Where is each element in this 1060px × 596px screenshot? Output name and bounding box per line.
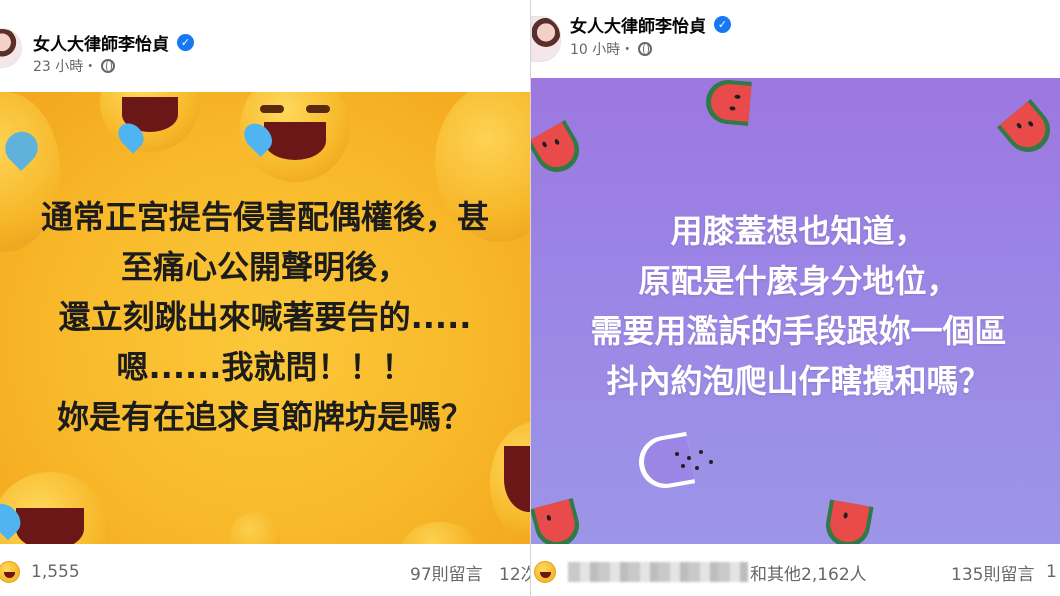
- comment-count[interactable]: 97則留言: [410, 560, 483, 585]
- author-row: 女人大律師李怡貞 ✓: [570, 12, 731, 37]
- seeds-decoration: [671, 450, 721, 476]
- post-header: 女人大律師李怡貞 ✓ 23 小時・: [0, 12, 530, 82]
- author-avatar[interactable]: [531, 16, 561, 62]
- globe-icon: [638, 42, 653, 56]
- comment-count[interactable]: 135則留言: [951, 560, 1034, 585]
- laughing-emoji-icon: [400, 522, 480, 544]
- post-footer: 1,555 97則留言 12次: [0, 552, 530, 592]
- laughing-emoji-icon: [0, 472, 110, 544]
- caption-line: 嗯......我就問！！！: [116, 348, 414, 386]
- post-meta: 10 小時・: [570, 39, 653, 59]
- left-post: 女人大律師李怡貞 ✓ 23 小時・ 通常正宮提告侵害配偶權後，甚 至痛心公開聲明…: [0, 0, 530, 596]
- laughing-emoji-icon: [238, 92, 350, 182]
- blurred-reactor-names: [568, 562, 748, 582]
- share-count[interactable]: 1: [1046, 562, 1057, 582]
- verified-badge-icon: ✓: [714, 16, 731, 33]
- caption-line: 通常正宮提告侵害配偶權後，甚: [40, 198, 489, 236]
- caption-line: 妳是有在追求貞節牌坊是嗎？: [56, 398, 473, 436]
- post-image-caption: 用膝蓋想也知道， 原配是什麼身分地位， 需要用濫訴的手段跟妳一個區 抖內約泡爬山…: [537, 206, 1060, 406]
- haha-reaction-icon[interactable]: [0, 561, 20, 583]
- post-header: 女人大律師李怡貞 ✓ 10 小時・: [531, 12, 1060, 82]
- reactors-summary[interactable]: 和其他2,162人: [750, 560, 867, 585]
- haha-reaction-icon[interactable]: [534, 561, 556, 583]
- verified-badge-icon: ✓: [177, 34, 194, 51]
- watermelon-icon: [704, 78, 752, 126]
- watermelon-icon: [997, 99, 1059, 161]
- author-name[interactable]: 女人大律師李怡貞: [570, 12, 706, 37]
- laughing-emoji-icon: [100, 92, 200, 154]
- globe-icon: [101, 59, 116, 73]
- caption-line: 還立刻跳出來喊著要告的.....: [58, 298, 472, 336]
- author-avatar[interactable]: [0, 28, 22, 68]
- watermelon-icon: [531, 498, 584, 544]
- caption-line: 至痛心公開聲明後，: [120, 248, 409, 286]
- post-timestamp[interactable]: 23 小時・: [33, 56, 97, 76]
- watermelon-icon: [531, 119, 588, 181]
- post-timestamp[interactable]: 10 小時・: [570, 39, 634, 59]
- watermelon-icon: [822, 499, 874, 544]
- author-name[interactable]: 女人大律師李怡貞: [33, 30, 169, 55]
- laughing-emoji-icon: [230, 512, 280, 544]
- post-footer: 和其他2,162人 135則留言 1: [531, 552, 1060, 592]
- reaction-count[interactable]: 1,555: [31, 562, 80, 582]
- post-meta: 23 小時・: [33, 56, 116, 76]
- author-row: 女人大律師李怡貞 ✓: [33, 30, 194, 55]
- post-image-caption: 通常正宮提告侵害配偶權後，甚 至痛心公開聲明後， 還立刻跳出來喊著要告的....…: [0, 192, 530, 442]
- caption-line: 抖內約泡爬山仔瞎攪和嗎？: [606, 362, 991, 400]
- caption-line: 原配是什麼身分地位，: [638, 262, 959, 300]
- caption-line: 用膝蓋想也知道，: [670, 212, 927, 250]
- right-post: 女人大律師李怡貞 ✓ 10 小時・ 用膝蓋想也知道， 原配是什麼身分地位， 需要…: [531, 0, 1060, 596]
- caption-line: 需要用濫訴的手段跟妳一個區: [590, 312, 1007, 350]
- share-count[interactable]: 12次: [499, 560, 530, 585]
